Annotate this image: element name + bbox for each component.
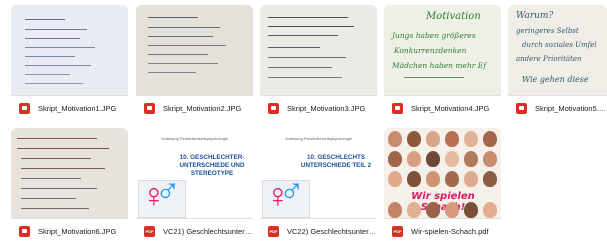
file-name: Skript_Motivation5.JPG xyxy=(535,103,607,113)
file-grid: Skript_Motivation1.JPG Skript_Motivation… xyxy=(0,0,607,243)
image-file-icon xyxy=(19,102,30,114)
file-thumbnail xyxy=(260,5,377,95)
male-symbol-icon: ♂ xyxy=(279,171,305,209)
image-file-icon xyxy=(268,102,279,114)
image-file-icon xyxy=(144,102,155,114)
file-thumbnail: Wir spielen Schach! xyxy=(384,128,501,218)
pdf-file-icon xyxy=(268,225,279,237)
file-name: VC21) Geschlechtsunters... xyxy=(163,226,253,236)
file-card[interactable]: Vorlesung Persönlichkeitspsychologie 10.… xyxy=(136,128,253,243)
file-thumbnail xyxy=(136,5,253,95)
file-caption: Wir-spielen-Schach.pdf xyxy=(384,218,501,243)
file-name: Skript_Motivation4.JPG xyxy=(411,103,490,113)
file-card[interactable]: Wir spielen Schach! Wir-spielen-Schach.p… xyxy=(384,128,501,243)
file-name: VC22) Geschlechtsunters... xyxy=(287,226,377,236)
file-thumbnail: Vorlesung Persönlichkeitspsychologie 10.… xyxy=(260,128,377,218)
image-file-icon xyxy=(392,102,403,114)
pdf-file-icon xyxy=(144,225,155,237)
file-thumbnail: Motivation Jungs haben größeres Konkurre… xyxy=(384,5,501,95)
file-caption: Skript_Motivation3.JPG xyxy=(260,95,377,120)
image-file-icon xyxy=(19,225,30,237)
image-file-icon xyxy=(516,102,527,114)
file-name: Skript_Motivation2.JPG xyxy=(163,103,242,113)
file-name: Skript_Motivation6.JPG xyxy=(38,226,117,236)
male-symbol-icon: ♂ xyxy=(155,171,181,209)
file-thumbnail: Vorlesung Persönlichkeitspsychologie 10.… xyxy=(136,128,253,218)
file-name: Skript_Motivation3.JPG xyxy=(287,103,366,113)
file-thumbnail xyxy=(11,128,128,218)
gender-symbol-sign: ♀ ♂ xyxy=(262,171,310,218)
file-caption: Skript_Motivation2.JPG xyxy=(136,95,253,120)
file-card[interactable]: Skript_Motivation6.JPG xyxy=(11,128,128,243)
pdf-file-icon xyxy=(392,225,403,237)
gender-symbol-sign: ♀ ♂ xyxy=(138,171,186,218)
file-card[interactable]: Motivation Jungs haben größeres Konkurre… xyxy=(384,5,501,120)
file-card[interactable]: Skript_Motivation3.JPG xyxy=(260,5,377,120)
file-caption: Skript_Motivation1.JPG xyxy=(11,95,128,120)
file-caption: VC22) Geschlechtsunters... xyxy=(260,218,377,243)
file-caption: Skript_Motivation6.JPG xyxy=(11,218,128,243)
file-card[interactable]: Vorlesung Persönlichkeitspsychologie 10.… xyxy=(260,128,377,243)
file-card[interactable]: Warum? geringeres Selbst durch soziales … xyxy=(508,5,607,120)
file-caption: Skript_Motivation5.JPG xyxy=(508,95,607,120)
file-thumbnail xyxy=(11,5,128,95)
file-caption: Skript_Motivation4.JPG xyxy=(384,95,501,120)
file-name: Skript_Motivation1.JPG xyxy=(38,103,117,113)
file-name: Wir-spielen-Schach.pdf xyxy=(411,226,489,236)
file-card[interactable]: Skript_Motivation2.JPG xyxy=(136,5,253,120)
file-caption: VC21) Geschlechtsunters... xyxy=(136,218,253,243)
file-thumbnail: Warum? geringeres Selbst durch soziales … xyxy=(508,5,607,95)
file-card[interactable]: Skript_Motivation1.JPG xyxy=(11,5,128,120)
